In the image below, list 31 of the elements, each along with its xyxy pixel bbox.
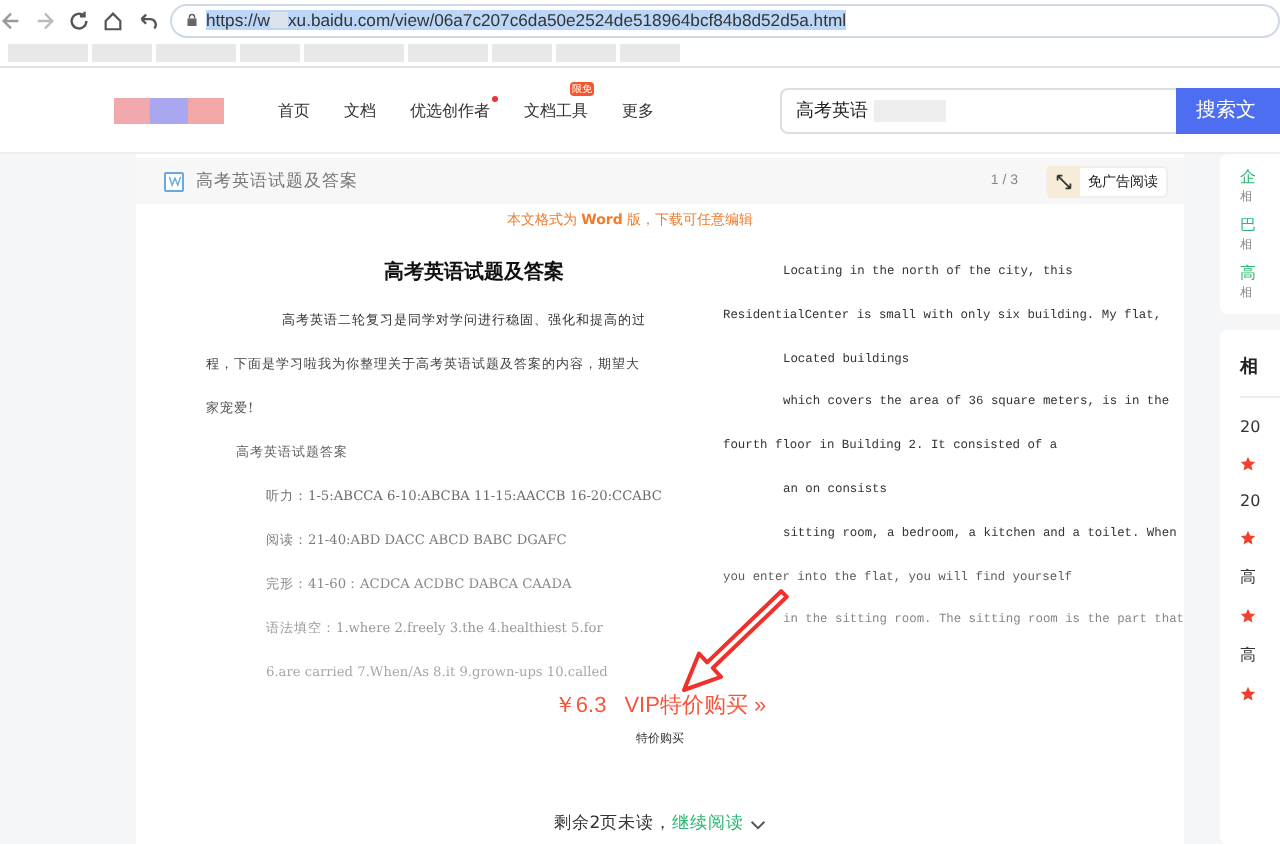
nav-link[interactable]: 更多: [622, 101, 654, 119]
blurred-logo[interactable]: [114, 97, 224, 123]
related-document-link[interactable]: 高: [1240, 566, 1280, 588]
chevron-down-icon[interactable]: [750, 819, 767, 829]
related-document-link[interactable]: 20: [1240, 418, 1280, 436]
url-text: https://w xu.baidu.com/view/06a7c207c6da50e2524de518964bcf84b8d52d5a.html: [206, 10, 847, 30]
document-heading: 高考英语试题及答案: [382, 258, 567, 286]
related-document-link[interactable]: 高: [1240, 644, 1280, 666]
word-file-icon: [164, 171, 184, 191]
related-document-link[interactable]: 20: [1240, 492, 1280, 510]
remaining-pages-text: 剩余2页未读，: [553, 812, 673, 836]
nav-link[interactable]: 优选创作者: [410, 101, 490, 119]
expand-icon: [1056, 173, 1072, 189]
star-icon: [1240, 608, 1256, 624]
forward-arrow-icon[interactable]: [34, 9, 56, 31]
nav-link[interactable]: 文档工具: [524, 101, 588, 119]
lock-icon: [186, 12, 198, 28]
star-icon: [1240, 530, 1256, 546]
star-icon: [1240, 456, 1256, 472]
reload-icon[interactable]: [68, 9, 90, 31]
back-arrow-icon[interactable]: [0, 9, 22, 31]
address-bar[interactable]: https://w xu.baidu.com/view/06a7c207c6da50e2524de518964bcf84b8d52d5a.html: [170, 3, 1280, 37]
nav-link[interactable]: 首页: [278, 101, 310, 119]
star-icon: [1240, 686, 1256, 702]
document-title: 高考英语试题及答案: [196, 169, 358, 193]
search-button[interactable]: 搜索文: [1176, 87, 1280, 133]
search-field[interactable]: 高考英语: [780, 87, 1176, 133]
home-icon[interactable]: [102, 9, 124, 31]
undo-arrow-icon[interactable]: [136, 9, 158, 31]
related-heading: 相: [1240, 354, 1260, 380]
nav-link[interactable]: 文档: [344, 101, 376, 119]
